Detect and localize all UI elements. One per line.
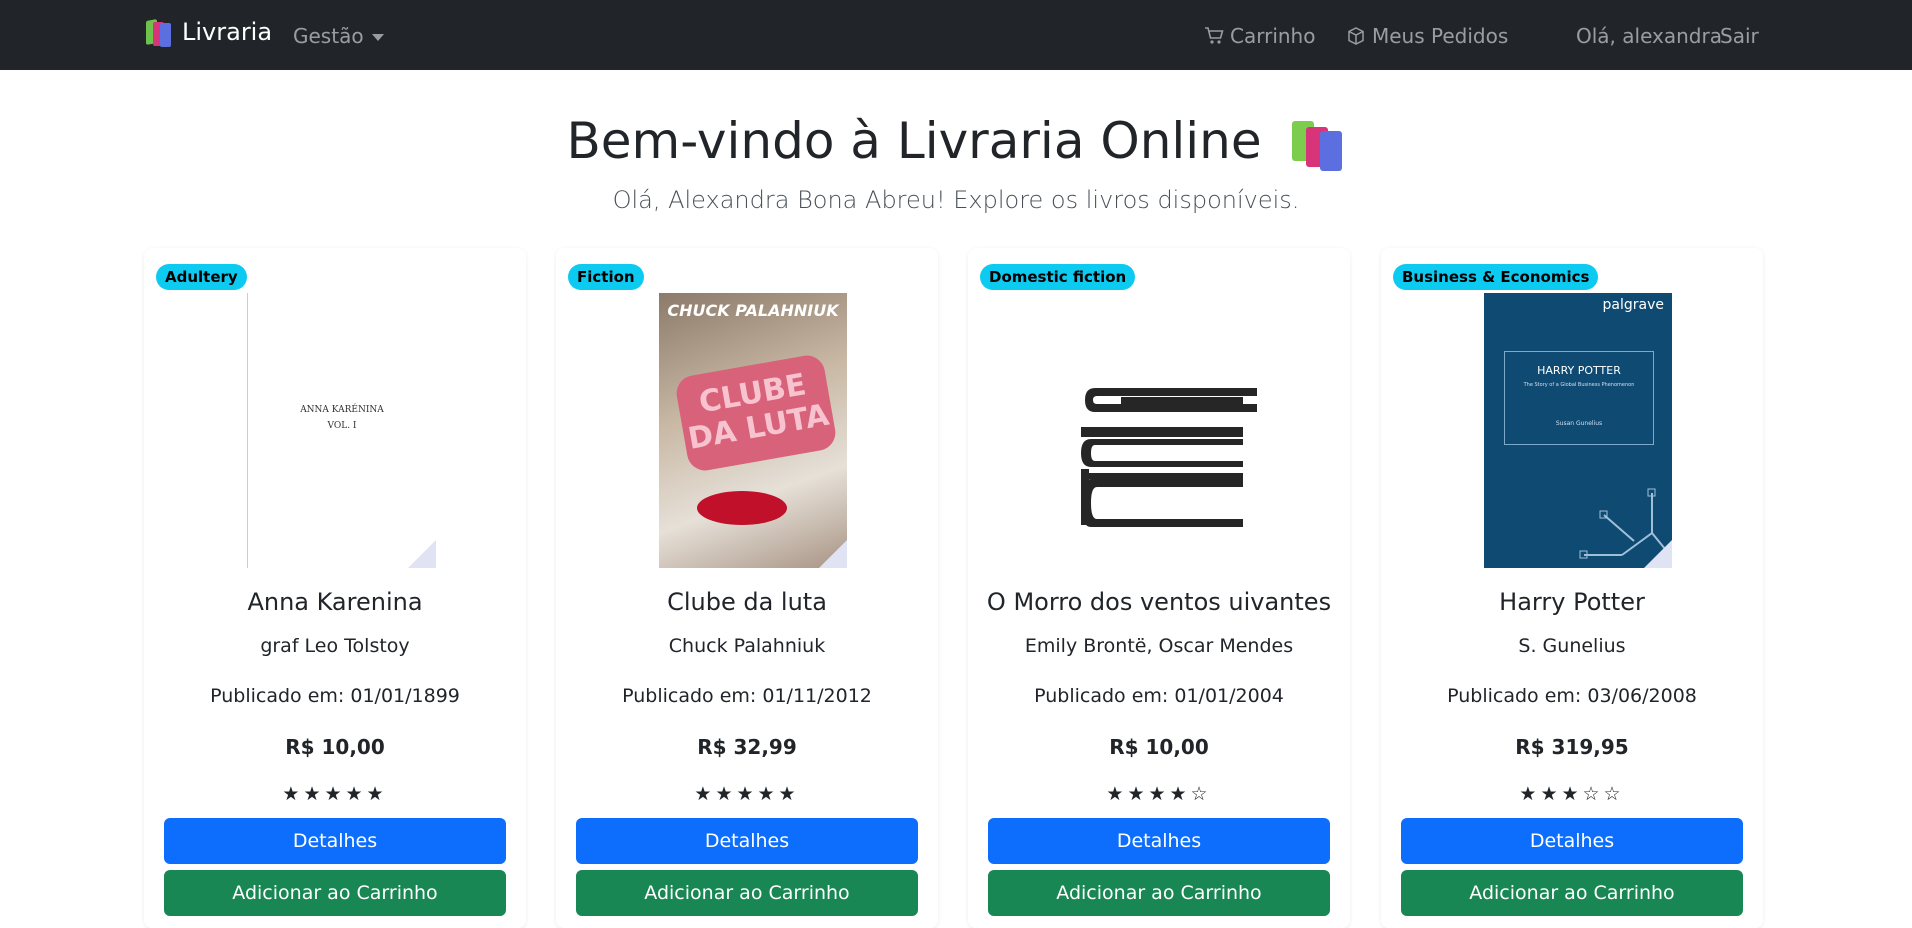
- details-button[interactable]: Detalhes: [164, 818, 506, 864]
- navbar: Livraria Gestão Carrinho Meus Pedidos Ol…: [0, 0, 1912, 70]
- book-published: Publicado em: 03/06/2008: [1447, 685, 1697, 707]
- book-cover[interactable]: palgrave HARRY POTTER The Story of a Glo…: [1484, 293, 1672, 568]
- book-price: R$ 32,99: [697, 735, 797, 759]
- orders-label: Meus Pedidos: [1372, 24, 1509, 48]
- management-label: Gestão: [293, 24, 364, 48]
- brand-link[interactable]: Livraria: [146, 18, 273, 47]
- rating-stars: ★★★☆☆: [1519, 783, 1625, 805]
- cart-link[interactable]: Carrinho: [1204, 24, 1315, 48]
- book-published: Publicado em: 01/01/2004: [1034, 685, 1284, 707]
- book-price: R$ 10,00: [1109, 735, 1209, 759]
- book-card: Fiction CHUCK PALAHNIUK CLUBE DA LUTA Cl…: [556, 248, 938, 928]
- book-card: Business & Economics palgrave HARRY POTT…: [1381, 248, 1763, 928]
- details-button[interactable]: Detalhes: [988, 818, 1330, 864]
- book-cover[interactable]: CHUCK PALAHNIUK CLUBE DA LUTA: [659, 293, 847, 568]
- user-greeting: Olá, alexandra: [1576, 24, 1722, 48]
- add-to-cart-button[interactable]: Adicionar ao Carrinho: [988, 870, 1330, 916]
- cover-title: CLUBE DA LUTA: [673, 352, 839, 474]
- add-to-cart-button[interactable]: Adicionar ao Carrinho: [1401, 870, 1743, 916]
- category-badge: Fiction: [568, 264, 644, 290]
- page-subtitle: Olá, Alexandra Bona Abreu! Explore os li…: [612, 186, 1300, 214]
- add-to-cart-button[interactable]: Adicionar ao Carrinho: [164, 870, 506, 916]
- brand-label: Livraria: [182, 18, 273, 46]
- cart-label: Carrinho: [1230, 24, 1316, 48]
- book-cover[interactable]: ANNA KARÉNINA VOL. I: [247, 293, 436, 568]
- books-icon: [1291, 120, 1346, 171]
- details-button[interactable]: Detalhes: [1401, 818, 1743, 864]
- page-curl: [408, 540, 436, 568]
- book-title: Clube da luta: [667, 588, 827, 616]
- book-card: Domestic fiction O Morro dos ventos uiva…: [968, 248, 1350, 928]
- cover-author: CHUCK PALAHNIUK: [667, 301, 839, 320]
- books-icon: [146, 18, 174, 47]
- book-stack-icon: [1081, 388, 1257, 527]
- book-title: Anna Karenina: [247, 588, 423, 616]
- book-published: Publicado em: 01/01/1899: [210, 685, 460, 707]
- book-author: Emily Brontë, Oscar Mendes: [1024, 635, 1294, 657]
- rating-stars: ★★★★★: [282, 783, 388, 805]
- management-dropdown[interactable]: Gestão: [293, 24, 384, 48]
- page-title: Bem-vindo à Livraria Online: [0, 112, 1912, 171]
- category-badge: Domestic fiction: [980, 264, 1136, 290]
- box-icon: [1348, 27, 1364, 45]
- book-title: Harry Potter: [1499, 588, 1645, 616]
- book-author: S. Gunelius: [1518, 635, 1626, 657]
- blood-splatter: [697, 491, 787, 525]
- book-cover[interactable]: [1071, 293, 1259, 568]
- book-price: R$ 10,00: [285, 735, 385, 759]
- page-curl: [819, 540, 847, 568]
- book-price: R$ 319,95: [1515, 735, 1629, 759]
- add-to-cart-button[interactable]: Adicionar ao Carrinho: [576, 870, 918, 916]
- book-published: Publicado em: 01/11/2012: [622, 685, 872, 707]
- cover-title: ANNA KARÉNINA: [300, 405, 384, 415]
- cart-icon: [1205, 27, 1224, 44]
- book-title: O Morro dos ventos uivantes: [986, 588, 1332, 616]
- book-author: Chuck Palahniuk: [668, 635, 826, 657]
- circuit-graphic: [1579, 488, 1671, 559]
- category-badge: Business & Economics: [1393, 264, 1599, 290]
- page-curl: [1644, 540, 1672, 568]
- rating-stars: ★★★★☆: [1106, 783, 1212, 805]
- orders-link[interactable]: Meus Pedidos: [1346, 24, 1508, 48]
- rating-stars: ★★★★★: [694, 783, 800, 805]
- book-author: graf Leo Tolstoy: [260, 635, 410, 657]
- details-button[interactable]: Detalhes: [576, 818, 918, 864]
- book-card: Adultery ANNA KARÉNINA VOL. I Anna Karen…: [144, 248, 526, 928]
- category-badge: Adultery: [156, 264, 247, 290]
- cover-volume: VOL. I: [327, 421, 357, 431]
- caret-down-icon: [371, 34, 384, 41]
- page-title-text: Bem-vindo à Livraria Online: [566, 112, 1262, 170]
- logout-link[interactable]: Sair: [1720, 24, 1759, 48]
